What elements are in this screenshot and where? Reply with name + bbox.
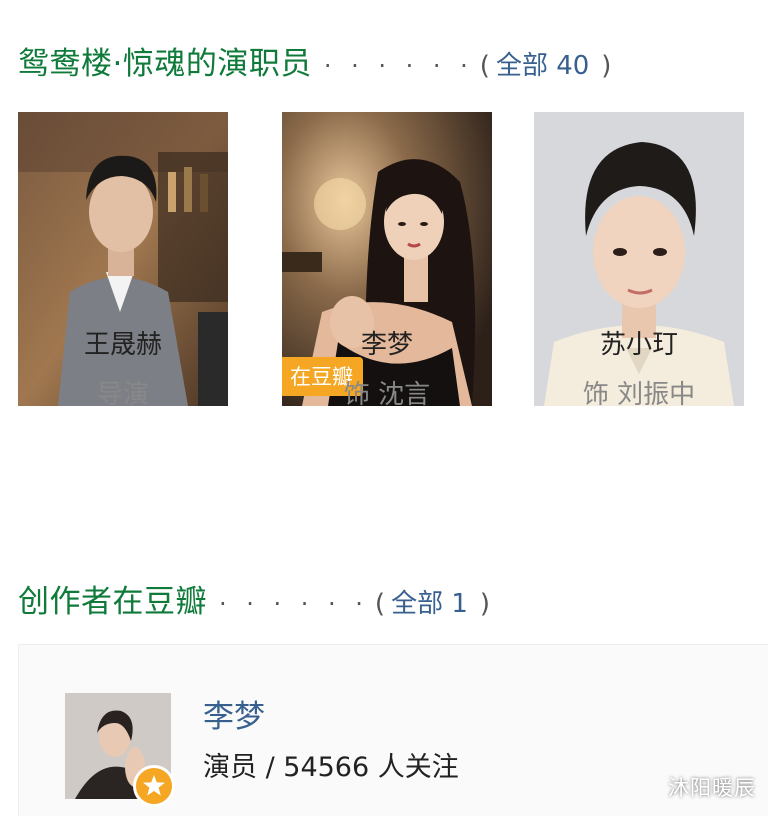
cast-name-director[interactable]: 王晟赫 xyxy=(18,324,228,361)
creators-all-link[interactable]: 全部 1 xyxy=(391,583,468,620)
cast-section-dots: · · · · · · xyxy=(323,52,474,80)
watermark: 沐阳暖辰 xyxy=(668,776,756,800)
cast-section-title: 鸳鸯楼·惊魂的演职员 xyxy=(18,46,312,82)
cast-name-actor[interactable]: 苏小玎 xyxy=(534,324,744,361)
cast-photo-director[interactable] xyxy=(18,112,228,406)
cast-card-actor[interactable] xyxy=(534,112,744,406)
cast-role-actor: 饰 刘振中 xyxy=(582,380,696,410)
cast-role-director: 导演 xyxy=(96,380,149,410)
creators-open-paren: ( xyxy=(374,589,386,619)
cast-all-link[interactable]: 全部 40 xyxy=(496,45,589,82)
creators-close-paren: ) xyxy=(479,589,491,619)
cast-open-paren: ( xyxy=(479,51,490,81)
cast-card-actress[interactable]: 在豆瓣 xyxy=(282,112,492,406)
cast-section-header: 鸳鸯楼·惊魂的演职员 · · · · · · ( 全部 40 ) xyxy=(18,38,611,83)
creator-info: 演员 / 54566 人关注 xyxy=(203,752,459,783)
cast-role-actress: 饰 沈言 xyxy=(343,380,431,410)
verified-creator-icon xyxy=(133,765,175,807)
cast-photo-actor[interactable] xyxy=(534,112,744,406)
creators-section-title: 创作者在豆瓣 xyxy=(18,584,207,620)
cast-close-paren: ) xyxy=(601,51,612,81)
creator-name[interactable]: 李梦 xyxy=(203,691,265,736)
creators-section-header: 创作者在豆瓣 · · · · · · ( 全部 1 ) xyxy=(18,576,490,621)
cast-card-director[interactable] xyxy=(18,112,228,406)
cast-name-actress[interactable]: 李梦 xyxy=(282,324,492,361)
cast-photo-actress[interactable]: 在豆瓣 xyxy=(282,112,492,406)
douban-cast-page: 鸳鸯楼·惊魂的演职员 · · · · · · ( 全部 40 ) 王晟赫 导演 … xyxy=(0,0,768,816)
creators-section-dots: · · · · · · xyxy=(219,590,369,618)
creator-card[interactable]: 李梦 演员 / 54566 人关注 xyxy=(18,644,768,816)
